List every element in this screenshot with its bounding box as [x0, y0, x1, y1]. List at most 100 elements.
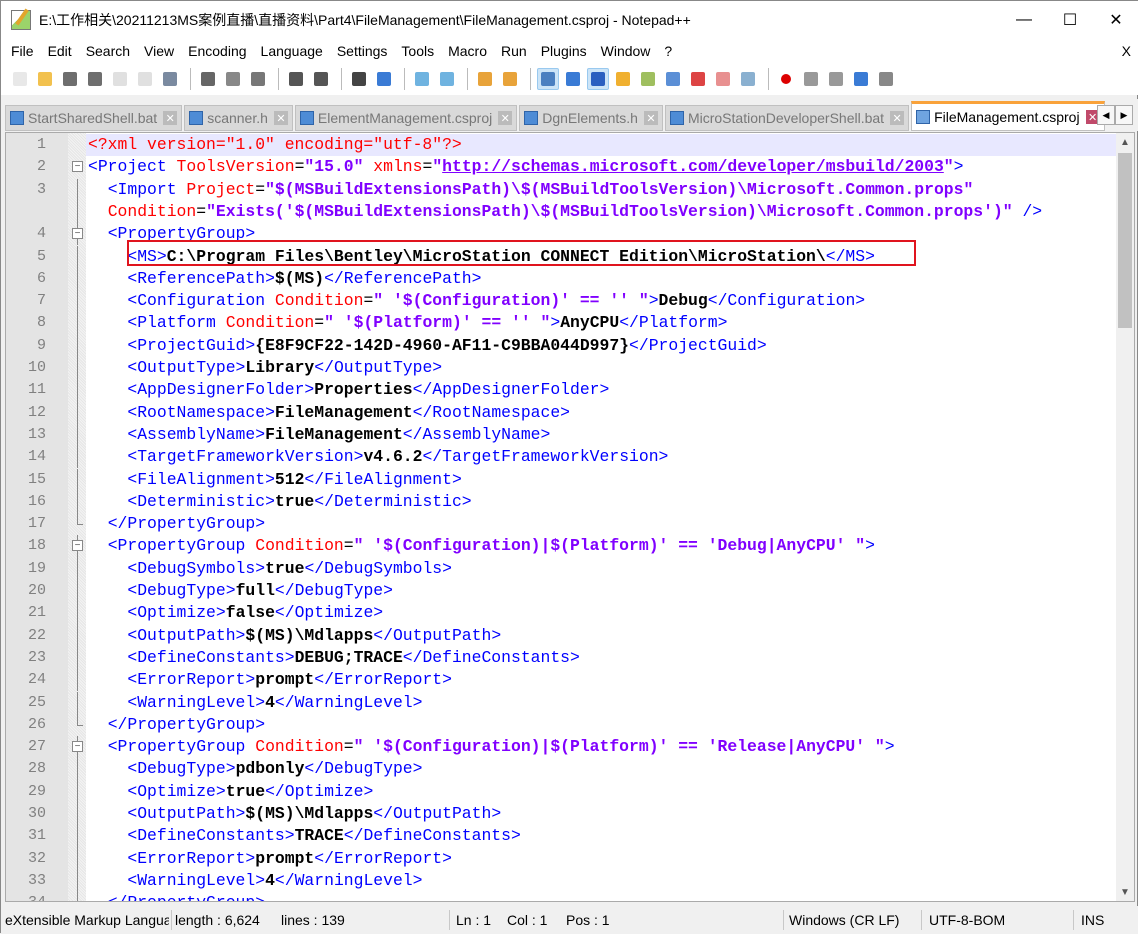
xml-url-link[interactable]: http://schemas.microsoft.com/developer/m… [442, 157, 944, 176]
indent-guide-icon[interactable] [587, 68, 609, 90]
redo-icon[interactable] [310, 68, 332, 90]
tab-filemanagement-csproj[interactable]: FileManagement.csproj ✕ [911, 101, 1105, 131]
code-line[interactable]: 16 <Deterministic>true</Deterministic> [6, 490, 1118, 514]
code-line[interactable]: 31 <DefineConstants>TRACE</DefineConstan… [6, 825, 1118, 848]
save-macro-icon[interactable] [875, 68, 897, 90]
fold-collapse-icon[interactable]: − [72, 161, 83, 173]
code-line[interactable]: 15 <FileAlignment>512</FileAlignment> [6, 468, 1118, 491]
code-line[interactable]: 21 <Optimize>false</Optimize> [6, 602, 1118, 625]
menu-encoding[interactable]: Encoding [188, 43, 246, 59]
code-line[interactable]: 3 <Import Project="$(MSBuildExtensionsPa… [6, 178, 1118, 201]
menu-help[interactable]: ? [664, 43, 672, 59]
code-line[interactable]: 6 <ReferencePath>$(MS)</ReferencePath> [6, 267, 1118, 291]
tab-scroll-right-icon[interactable]: ▶ [1115, 105, 1133, 125]
maximize-button[interactable]: ☐ [1047, 1, 1093, 39]
menu-search[interactable]: Search [86, 43, 130, 59]
menu-macro[interactable]: Macro [448, 43, 487, 59]
replace-icon[interactable] [373, 68, 395, 90]
code-line[interactable]: 27 − <PropertyGroup Condition=" '$(Config… [6, 736, 1118, 759]
sync-horizontal-icon[interactable] [499, 68, 521, 90]
code-line[interactable]: 32 <ErrorReport>prompt</ErrorReport> [6, 847, 1118, 870]
code-line[interactable]: Condition="Exists('$(MSBuildExtensionsPa… [6, 200, 1118, 224]
code-line[interactable]: 22 <OutputPath>$(MS)\Mdlapps</OutputPath… [6, 624, 1118, 647]
find-icon[interactable] [348, 68, 370, 90]
code-editor[interactable]: 1 <?xml version="1.0" encoding="utf-8"?> 2… [5, 132, 1135, 902]
code-line[interactable]: 25 <WarningLevel>4</WarningLevel> [6, 691, 1118, 714]
print-icon[interactable] [159, 68, 181, 90]
fold-collapse-icon[interactable]: − [72, 741, 83, 753]
code-line[interactable]: 28 <DebugType>pdbonly</DebugType> [6, 758, 1118, 781]
status-mode[interactable]: INS [1081, 912, 1104, 928]
word-wrap-icon[interactable] [537, 68, 559, 90]
menu-file[interactable]: File [11, 43, 34, 59]
close-document-button[interactable]: X [1122, 43, 1131, 59]
code-line[interactable]: 34 </PropertyGroup> [6, 892, 1118, 901]
close-all-icon[interactable] [134, 68, 156, 90]
menu-tools[interactable]: Tools [401, 43, 434, 59]
function-list-icon[interactable] [687, 68, 709, 90]
save-icon[interactable] [59, 68, 81, 90]
scrollbar-thumb[interactable] [1118, 153, 1132, 328]
code-line[interactable]: 14 <TargetFrameworkVersion>v4.6.2</Targe… [6, 446, 1118, 469]
code-line[interactable]: 23 <DefineConstants>DEBUG;TRACE</DefineC… [6, 646, 1118, 670]
status-encoding[interactable]: UTF-8-BOM [929, 912, 1005, 928]
status-eol[interactable]: Windows (CR LF) [789, 912, 899, 928]
close-tab-icon[interactable]: ✕ [643, 111, 658, 125]
fold-collapse-icon[interactable]: − [72, 228, 83, 240]
menu-language[interactable]: Language [261, 43, 323, 59]
code-line[interactable]: 24 <ErrorReport>prompt</ErrorReport> [6, 669, 1118, 692]
close-icon[interactable] [109, 68, 131, 90]
tab-startsharedshell-bat[interactable]: StartSharedShell.bat ✕ [5, 105, 183, 131]
cut-icon[interactable] [197, 68, 219, 90]
show-all-chars-icon[interactable] [562, 68, 584, 90]
scroll-down-icon[interactable]: ▼ [1116, 883, 1134, 901]
zoom-in-icon[interactable] [411, 68, 433, 90]
vertical-scrollbar[interactable]: ▲ ▼ [1116, 133, 1134, 901]
code-line[interactable]: 7 <Configuration Condition=" '$(Configur… [6, 290, 1118, 313]
code-line[interactable]: 20 <DebugType>full</DebugType> [6, 580, 1118, 603]
tab-microstationdevelopershell-bat[interactable]: MicroStationDeveloperShell.bat ✕ [664, 105, 910, 131]
zoom-out-icon[interactable] [436, 68, 458, 90]
code-line[interactable]: 30 <OutputPath>$(MS)\Mdlapps</OutputPath… [6, 803, 1118, 826]
code-line[interactable]: 17 </PropertyGroup> [6, 513, 1118, 535]
close-tab-icon[interactable]: ✕ [163, 111, 178, 125]
sync-vertical-icon[interactable] [474, 68, 496, 90]
document-list-icon[interactable] [662, 68, 684, 90]
undo-icon[interactable] [285, 68, 307, 90]
document-map-icon[interactable] [637, 68, 659, 90]
tab-dgnelements-h[interactable]: DgnElements.h ✕ [519, 105, 663, 131]
code-line[interactable]: 11 <AppDesignerFolder>Properties</AppDes… [6, 379, 1118, 402]
code-line[interactable]: 19 <DebugSymbols>true</DebugSymbols> [6, 557, 1118, 580]
code-line[interactable]: 8 <Platform Condition=" '$(Platform)' ==… [6, 312, 1118, 335]
menu-view[interactable]: View [144, 43, 174, 59]
tab-elementmanagement-csproj[interactable]: ElementManagement.csproj ✕ [294, 105, 518, 131]
play-macro-icon[interactable] [825, 68, 847, 90]
close-tab-icon[interactable]: ✕ [273, 111, 288, 125]
paste-icon[interactable] [247, 68, 269, 90]
scroll-up-icon[interactable]: ▲ [1116, 133, 1134, 151]
code-line[interactable]: 9 <ProjectGuid>{E8F9CF22-142D-4960-AF11-… [6, 334, 1118, 357]
minimize-button[interactable]: — [1001, 1, 1047, 39]
tab-scanner-h[interactable]: scanner.h ✕ [184, 105, 293, 131]
close-tab-icon[interactable]: ✕ [890, 111, 905, 125]
monitoring-icon[interactable] [737, 68, 759, 90]
tab-scroll-left-icon[interactable]: ◀ [1097, 105, 1115, 125]
user-defined-language-icon[interactable] [612, 68, 634, 90]
copy-icon[interactable] [222, 68, 244, 90]
menu-run[interactable]: Run [501, 43, 527, 59]
close-button[interactable]: ✕ [1093, 1, 1138, 39]
open-file-icon[interactable] [34, 68, 56, 90]
code-line[interactable]: 10 <OutputType>Library</OutputType> [6, 357, 1118, 380]
menu-plugins[interactable]: Plugins [541, 43, 587, 59]
menu-edit[interactable]: Edit [48, 43, 72, 59]
close-tab-icon[interactable]: ✕ [498, 111, 513, 125]
code-line[interactable]: 2− <Project ToolsVersion="15.0" xmlns="ht… [6, 156, 1118, 178]
save-all-icon[interactable] [84, 68, 106, 90]
new-file-icon[interactable] [9, 68, 31, 90]
record-macro-icon[interactable] [775, 68, 797, 90]
code-line[interactable]: 29 <Optimize>true</Optimize> [6, 780, 1118, 803]
code-line[interactable]: 13 <AssemblyName>FileManagement</Assembl… [6, 423, 1118, 447]
code-line[interactable]: 26 </PropertyGroup> [6, 713, 1118, 736]
menu-settings[interactable]: Settings [337, 43, 388, 59]
code-line[interactable]: 33 <WarningLevel>4</WarningLevel> [6, 869, 1118, 893]
